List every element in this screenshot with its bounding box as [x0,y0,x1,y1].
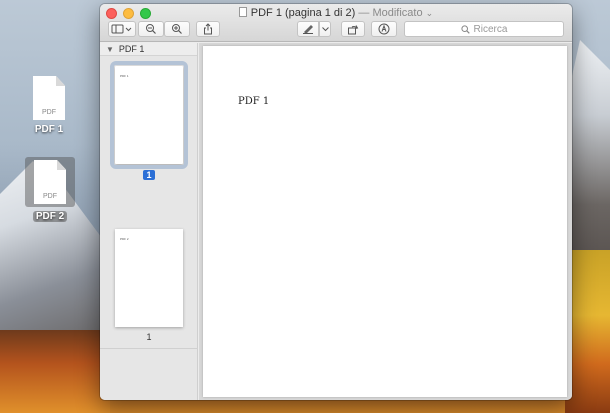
preview-window: PDF 1 (pagina 1 di 2) — Modificato ⌄ Ric… [100,4,572,400]
file-type-label: PDF [42,109,56,116]
thumbnail-text-preview: PDF 2 [120,237,129,241]
search-field[interactable]: Ricerca [404,21,564,37]
pen-icon [303,25,313,34]
search-placeholder: Ricerca [473,23,508,35]
sidebar-document-header[interactable]: ▼ PDF 1 [100,43,197,56]
zoom-in-button[interactable] [164,21,190,37]
window-title[interactable]: PDF 1 (pagina 1 di 2) — Modificato ⌄ [100,7,572,19]
sidebar-document-name: PDF 1 [118,44,145,54]
page-number-badge: 1 [143,170,155,180]
thumbnail-text-preview: PDF 1 [120,74,129,78]
markup-menu-button[interactable] [319,21,331,37]
pdf-file-icon-wrap: PDF [21,76,77,120]
pdf-file-icon: PDF [33,76,65,120]
wallpaper-foliage-left [0,330,110,413]
share-button[interactable] [196,21,220,37]
search-icon [460,24,470,34]
markup-pen-button[interactable] [297,21,319,37]
markup-icon [378,23,390,35]
zoom-out-button[interactable] [138,21,164,37]
disclosure-triangle-icon[interactable]: ▼ [106,45,114,54]
titlebar: PDF 1 (pagina 1 di 2) — Modificato ⌄ Ric… [100,4,572,42]
sidebar-separator [100,348,198,349]
chevron-down-icon [321,26,329,31]
page-number-label: 1 [146,332,152,342]
pdf-file-icon-wrap: PDF [25,157,75,207]
sidebar-toggle-button[interactable] [108,21,136,37]
desktop-file-pdf2[interactable]: PDF PDF 2 [22,157,78,222]
desktop-file-name: PDF 1 [34,124,64,135]
modified-status: — Modificato [358,7,423,19]
rotate-button[interactable] [341,21,365,37]
sidebar-icon [111,24,132,34]
zoom-in-icon [172,24,182,34]
file-type-label: PDF [43,193,57,200]
share-icon [204,23,212,35]
pdf-file-icon: PDF [34,160,66,204]
thumbnail-sidebar: ▼ PDF 1 PDF 1 1 PDF 2 1 [100,43,198,400]
page-text: PDF 1 [238,96,270,107]
document-proxy-icon[interactable] [238,7,247,17]
window-title-text: PDF 1 (pagina 1 di 2) [250,7,356,19]
chevron-down-icon: ⌄ [425,8,434,18]
rotate-icon [348,25,359,35]
page-thumbnail-2[interactable]: PDF 2 [115,229,183,327]
page-thumbnail-1[interactable]: PDF 1 [110,61,188,169]
markup-toolbar-button[interactable] [371,21,397,37]
zoom-out-icon [146,24,156,34]
desktop-file-name: PDF 2 [32,211,68,222]
page-number-label: 1 [100,170,198,180]
document-page[interactable]: PDF 1 [203,46,567,397]
desktop-file-pdf1[interactable]: PDF PDF 1 [21,76,77,135]
document-view[interactable]: PDF 1 [199,43,572,400]
